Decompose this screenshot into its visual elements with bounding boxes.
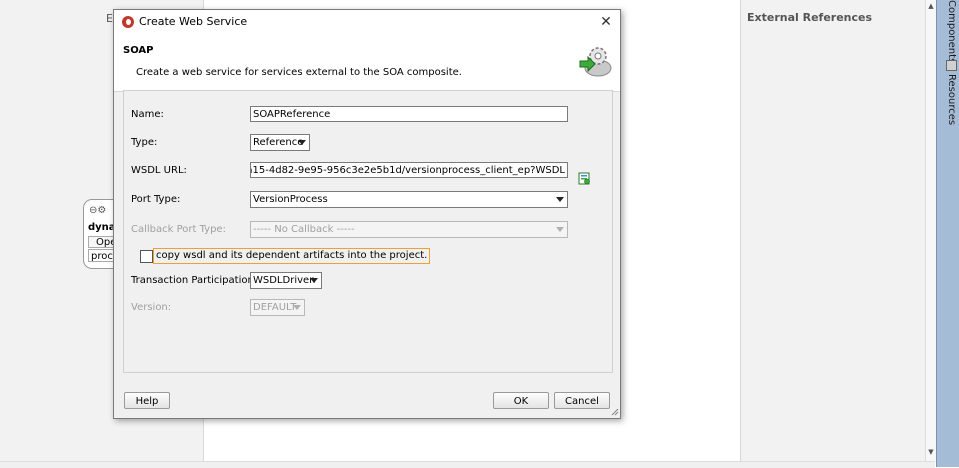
- resources-icon: [945, 60, 957, 71]
- browse-wsdl-icon[interactable]: [578, 172, 591, 185]
- web-service-gear-icon: [579, 47, 612, 77]
- oracle-app-icon: [122, 16, 134, 28]
- dialog-title: Create Web Service: [139, 15, 248, 28]
- name-input[interactable]: SOAPReference: [250, 106, 568, 122]
- callback-port-type-select: ----- No Callback -----: [250, 221, 568, 238]
- scroll-down-icon[interactable]: ▼: [926, 448, 936, 456]
- vertical-scrollbar[interactable]: ▲ ▼: [925, 0, 936, 462]
- wsdl-url-value: a685a792-9a15-4d82-9e95-956c3e2e5b1d/ver…: [251, 165, 565, 176]
- chevron-down-icon: [556, 197, 564, 202]
- type-label: Type:: [131, 137, 158, 148]
- header-description: Create a web service for services extern…: [136, 67, 462, 78]
- ok-button[interactable]: OK: [493, 392, 549, 409]
- chevron-down-icon: [310, 278, 318, 283]
- version-label: Version:: [131, 302, 172, 313]
- port-type-select[interactable]: VersionProcess: [250, 191, 568, 208]
- version-value: DEFAULT: [253, 302, 297, 313]
- wsdl-url-label: WSDL URL:: [131, 165, 187, 176]
- wsdl-url-input[interactable]: a685a792-9a15-4d82-9e95-956c3e2e5b1d/ver…: [250, 162, 568, 178]
- port-type-value: VersionProcess: [253, 194, 328, 205]
- transaction-participation-label: Transaction Participation:: [131, 275, 258, 286]
- callback-port-type-value: ----- No Callback -----: [253, 224, 355, 235]
- chevron-down-icon: [293, 305, 301, 310]
- components-tab[interactable]: Components: [939, 0, 957, 63]
- type-select-value: Reference: [253, 137, 304, 148]
- dialog-titlebar[interactable]: Create Web Service ✕: [114, 10, 620, 34]
- dialog-header: SOAP Create a web service for services e…: [114, 34, 620, 92]
- copy-wsdl-label[interactable]: copy wsdl and its dependent artifacts in…: [153, 248, 431, 264]
- component-title: dyna: [88, 222, 116, 233]
- left-panel-label: E: [106, 12, 113, 25]
- name-label: Name:: [131, 109, 164, 120]
- callback-port-type-label: Callback Port Type:: [131, 224, 226, 235]
- scroll-up-icon[interactable]: ▲: [926, 2, 936, 10]
- component-gear-icon: ⊖⚙: [89, 205, 107, 216]
- type-select[interactable]: Reference: [250, 134, 310, 151]
- external-references-panel: External References: [740, 0, 926, 462]
- copy-wsdl-checkbox[interactable]: [140, 250, 153, 263]
- transaction-participation-value: WSDLDriven: [253, 275, 316, 286]
- chevron-down-icon: [556, 227, 564, 232]
- resize-grip-icon[interactable]: [611, 408, 619, 416]
- close-button[interactable]: ✕: [598, 13, 614, 31]
- help-button[interactable]: Help: [124, 392, 170, 409]
- port-type-label: Port Type:: [131, 194, 181, 205]
- create-web-service-dialog: Create Web Service ✕ SOAP Create a web s…: [113, 9, 621, 419]
- resources-tab[interactable]: Resources: [939, 60, 957, 130]
- chevron-down-icon: [298, 140, 306, 145]
- side-tab-strip: Components Resources: [936, 0, 959, 467]
- resources-tab-label: Resources: [946, 74, 957, 126]
- external-references-title: External References: [747, 11, 873, 24]
- header-title: SOAP: [123, 45, 154, 56]
- cancel-button[interactable]: Cancel: [554, 392, 610, 409]
- transaction-participation-select[interactable]: WSDLDriven: [250, 272, 322, 289]
- version-select: DEFAULT: [250, 299, 305, 316]
